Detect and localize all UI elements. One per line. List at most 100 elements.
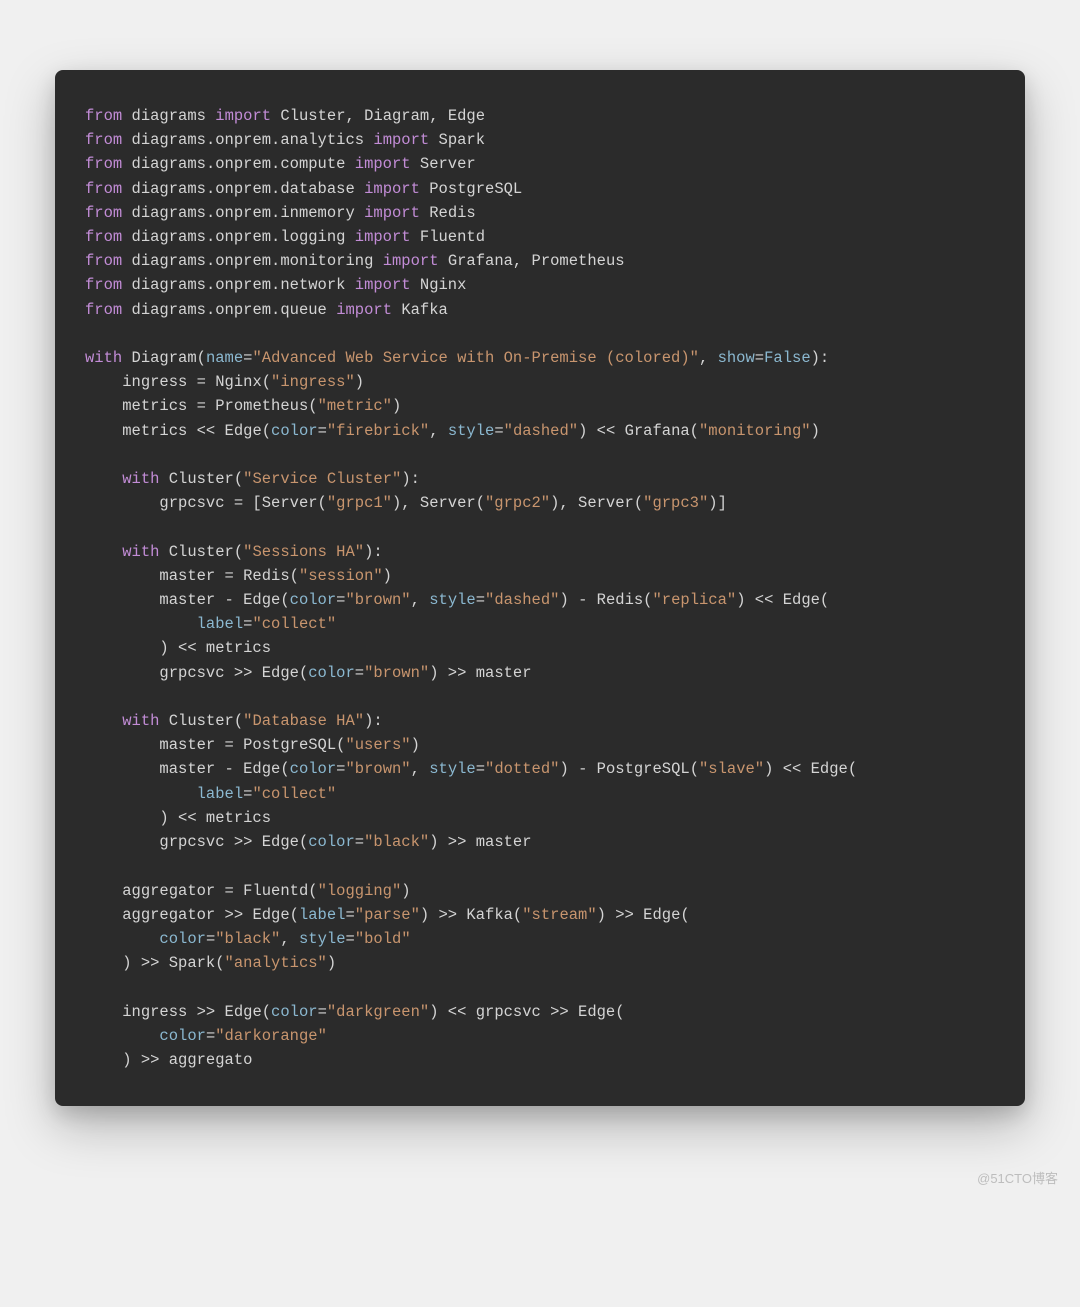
code-token: Server [420, 155, 476, 173]
code-token: "monitoring" [699, 422, 811, 440]
code-token: with [122, 543, 159, 561]
code-token [373, 252, 382, 270]
code-token: ): [811, 349, 830, 367]
code-token [85, 494, 159, 512]
code-token: "dashed" [504, 422, 578, 440]
code-token [85, 833, 159, 851]
code-token: ) [383, 567, 392, 585]
code-token: with [122, 712, 159, 730]
code-token: diagrams [132, 107, 206, 125]
code-token: "grpc1" [327, 494, 392, 512]
code-token: ), Server( [392, 494, 485, 512]
code-token: "dotted" [485, 760, 559, 778]
code-token [85, 736, 159, 754]
code-token [411, 155, 420, 173]
code-token [85, 882, 122, 900]
code-token [85, 930, 159, 948]
code-token [420, 180, 429, 198]
code-token: ) - Redis( [559, 591, 652, 609]
code-token: Nginx [420, 276, 467, 294]
code-token [364, 131, 373, 149]
code-token: import [383, 252, 439, 270]
code-token: Spark [439, 131, 486, 149]
code-token [122, 301, 131, 319]
code-token: "collect" [252, 785, 336, 803]
code-token: )] [708, 494, 727, 512]
code-token: from [85, 131, 122, 149]
code-token: ) >> master [429, 664, 531, 682]
code-token: ): [401, 470, 420, 488]
code-token [122, 155, 131, 173]
code-token: color [290, 591, 337, 609]
code-token [392, 301, 401, 319]
code-token: = [494, 422, 503, 440]
code-token: show [718, 349, 755, 367]
code-token: diagrams.onprem.analytics [132, 131, 365, 149]
code-token: with [122, 470, 159, 488]
code-token: import [215, 107, 271, 125]
code-token [85, 567, 159, 585]
code-token: ) >> aggregato [122, 1051, 252, 1069]
code-token [355, 204, 364, 222]
code-token [345, 228, 354, 246]
code-token: from [85, 276, 122, 294]
code-token: diagrams.onprem.network [132, 276, 346, 294]
code-token [159, 543, 168, 561]
code-token [439, 252, 448, 270]
code-token: label [197, 785, 244, 803]
code-token: diagrams.onprem.logging [132, 228, 346, 246]
code-token [85, 906, 122, 924]
code-token: Fluentd [420, 228, 485, 246]
code-token: "grpc3" [643, 494, 708, 512]
code-token: , [411, 591, 430, 609]
code-token: ) >> Spark( [122, 954, 224, 972]
code-token: master - Edge( [159, 760, 289, 778]
code-token [85, 422, 122, 440]
code-token: , [280, 930, 299, 948]
code-token: color [271, 1003, 318, 1021]
code-token [420, 204, 429, 222]
code-token: = [318, 1003, 327, 1021]
code-token: master - Edge( [159, 591, 289, 609]
code-token [85, 591, 159, 609]
code-token: "ingress" [271, 373, 355, 391]
code-token: metrics << Edge( [122, 422, 271, 440]
code-token: import [373, 131, 429, 149]
code-token: "users" [345, 736, 410, 754]
code-token [159, 470, 168, 488]
code-token: from [85, 204, 122, 222]
code-token: diagrams.onprem.inmemory [132, 204, 355, 222]
code-token [411, 276, 420, 294]
watermark-text: @51CTO博客 [977, 1168, 1058, 1187]
code-token: = [755, 349, 764, 367]
code-token: master = PostgreSQL( [159, 736, 345, 754]
code-token: , [429, 422, 448, 440]
code-token [122, 276, 131, 294]
code-token: from [85, 107, 122, 125]
code-token: ): [364, 712, 383, 730]
code-token: color [159, 930, 206, 948]
code-token: "brown" [364, 664, 429, 682]
code-token: Cluster( [169, 470, 243, 488]
code-token [85, 639, 159, 657]
code-token: "dashed" [485, 591, 559, 609]
code-token [206, 107, 215, 125]
code-token: grpcsvc >> Edge( [159, 833, 308, 851]
code-token: ) [392, 397, 401, 415]
code-token: Diagram( [132, 349, 206, 367]
code-token: "logging" [318, 882, 402, 900]
code-token: = [318, 422, 327, 440]
code-token [122, 131, 131, 149]
code-token: color [308, 833, 355, 851]
code-token: ) >> master [429, 833, 531, 851]
code-token: ) >> Kafka( [420, 906, 522, 924]
code-token: "slave" [699, 760, 764, 778]
code-token: ) - PostgreSQL( [559, 760, 699, 778]
code-token [122, 204, 131, 222]
code-token: grpcsvc = [Server( [159, 494, 326, 512]
code-token: master = Redis( [159, 567, 299, 585]
code-token [122, 252, 131, 270]
code-token: ) << Grafana( [578, 422, 699, 440]
code-card: from diagrams import Cluster, Diagram, E… [55, 70, 1025, 1106]
code-token: with [85, 349, 122, 367]
